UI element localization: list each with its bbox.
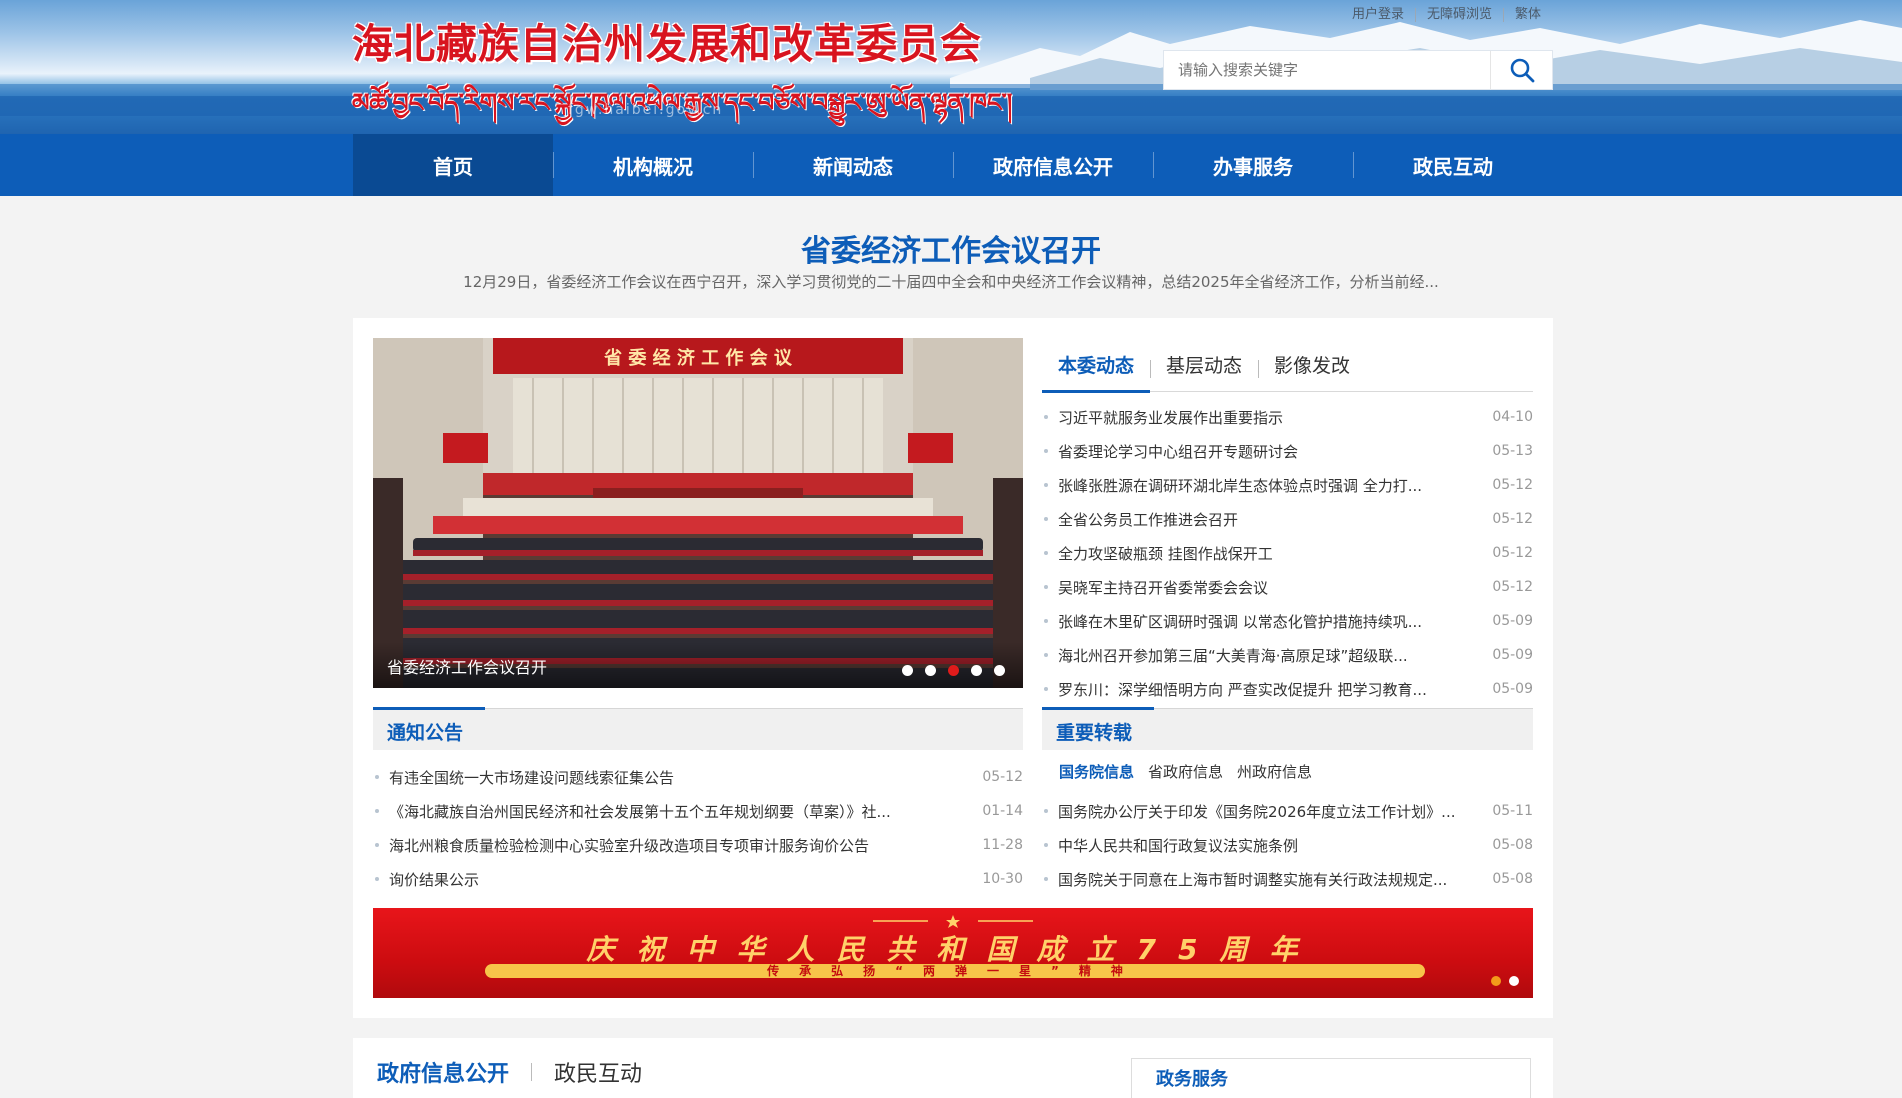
- slide-caption[interactable]: 省委经济工作会议召开: [387, 654, 547, 678]
- stage-banner-text: 省 委 经 济 工 作 会 议: [603, 347, 793, 369]
- main-panel: 省 委 经 济 工 作 会 议 省委经济工作会议召开 本委动态 基层动态 影像发…: [353, 318, 1553, 1018]
- news-tabs: 本委动态 基层动态 影像发改: [1042, 338, 1533, 393]
- nav-gov-info[interactable]: 政府信息公开: [953, 134, 1153, 196]
- list-item[interactable]: 全省公务员工作推进会召开 05-12: [1042, 502, 1533, 536]
- nav-home[interactable]: 首页: [353, 134, 553, 196]
- banner-dots: [1491, 976, 1519, 986]
- service-box: 政务服务: [1131, 1058, 1531, 1098]
- search-button[interactable]: [1490, 51, 1552, 89]
- notice-list: 有违全国统一大市场建设问题线索征集公告 05-12 《海北藏族自治州国民经济和社会…: [373, 760, 1023, 896]
- news-list: 习近平就服务业发展作出重要指示 04-10 省委理论学习中心组召开专题研讨会 05-…: [1042, 400, 1533, 706]
- list-item[interactable]: 国务院关于同意在上海市暂时调整实施有关行政法规规定... 05-08: [1042, 862, 1533, 896]
- lower-panel: 政府信息公开 政民互动 政务服务: [353, 1038, 1553, 1098]
- important-title[interactable]: 重要转载: [1056, 718, 1132, 745]
- slider-dot[interactable]: [971, 665, 982, 676]
- notice-title[interactable]: 通知公告: [387, 718, 463, 745]
- nav-news[interactable]: 新闻动态: [753, 134, 953, 196]
- slider-dots: [902, 665, 1005, 676]
- slider-dot[interactable]: [902, 665, 913, 676]
- slide-image: 省 委 经 济 工 作 会 议: [373, 338, 1023, 688]
- tab-state-council[interactable]: 国务院信息: [1059, 761, 1134, 782]
- important-subtabs: 国务院信息 省政府信息 州政府信息: [1059, 761, 1312, 782]
- list-item[interactable]: 张峰张胜源在调研环湖北岸生态体验点时强调 全力打... 05-12: [1042, 468, 1533, 502]
- lower-tabs: 政府信息公开 政民互动: [377, 1056, 642, 1088]
- list-item[interactable]: 吴晓军主持召开省委常委会会议 05-12: [1042, 570, 1533, 604]
- main-nav: 首页 机构概况 新闻动态 政府信息公开 办事服务 政民互动: [0, 134, 1902, 196]
- slider-dot[interactable]: [994, 665, 1005, 676]
- important-section-header: 重要转载: [1042, 707, 1533, 750]
- list-item[interactable]: 国务院办公厅关于印发《国务院2026年度立法工作计划》... 05-11: [1042, 794, 1533, 828]
- search-input[interactable]: [1164, 51, 1490, 89]
- list-item[interactable]: 省委理论学习中心组召开专题研讨会 05-13: [1042, 434, 1533, 468]
- celebration-banner[interactable]: 庆祝中华人民共和国成立75周年 传承弘扬“两弹一星”精神: [373, 908, 1533, 998]
- site-url: fgw.haibei.gov.cn: [568, 102, 724, 118]
- list-item[interactable]: 中华人民共和国行政复议法实施条例 05-08: [1042, 828, 1533, 862]
- list-item[interactable]: 海北州粮食质量检验检测中心实验室升级改造项目专项审计服务询价公告 11-28: [373, 828, 1023, 862]
- tab-provincial-gov[interactable]: 省政府信息: [1148, 761, 1223, 782]
- list-item[interactable]: 《海北藏族自治州国民经济和社会发展第十五个五年规划纲要（草案）》社... 01-1…: [373, 794, 1023, 828]
- banner-sub-text: 传承弘扬“两弹一星”精神: [485, 964, 1425, 978]
- traditional-chinese-link[interactable]: 繁体: [1502, 8, 1552, 22]
- list-item[interactable]: 海北州召开参加第三届“大美青海·高原足球”超级联... 05-09: [1042, 638, 1533, 672]
- list-item[interactable]: 习近平就服务业发展作出重要指示 04-10: [1042, 400, 1533, 434]
- list-item[interactable]: 有违全国统一大市场建设问题线索征集公告 05-12: [373, 760, 1023, 794]
- top-links: 用户登录 无障碍浏览 繁体: [1341, 8, 1552, 22]
- tab-grassroots-news[interactable]: 基层动态: [1150, 338, 1258, 392]
- tab-gov-info-public[interactable]: 政府信息公开: [377, 1056, 509, 1088]
- nav-interaction[interactable]: 政民互动: [1353, 134, 1553, 196]
- login-link[interactable]: 用户登录: [1341, 8, 1415, 22]
- accessibility-link[interactable]: 无障碍浏览: [1414, 8, 1503, 22]
- tab-commission-news[interactable]: 本委动态: [1042, 338, 1151, 393]
- slider-dot[interactable]: [925, 665, 936, 676]
- nav-services[interactable]: 办事服务: [1153, 134, 1353, 196]
- list-item[interactable]: 张峰在木里矿区调研时强调 以常态化管护措施持续巩... 05-09: [1042, 604, 1533, 638]
- photo-slider[interactable]: 省 委 经 济 工 作 会 议 省委经济工作会议召开: [373, 338, 1023, 688]
- tab-public-interaction[interactable]: 政民互动: [554, 1056, 642, 1088]
- headline-title[interactable]: 省委经济工作会议召开: [0, 226, 1902, 270]
- headline-summary[interactable]: 12月29日，省委经济工作会议在西宁召开，深入学习贯彻党的二十届四中全会和中央经…: [0, 271, 1902, 292]
- slider-dot-active[interactable]: [948, 665, 959, 676]
- site-title: 海北藏族自治州发展和改革委员会: [352, 20, 982, 68]
- list-item[interactable]: 全力攻坚破瓶颈 挂图作战保开工 05-12: [1042, 536, 1533, 570]
- banner-main-text: 庆祝中华人民共和国成立75周年: [586, 933, 1320, 966]
- banner-dot-active[interactable]: [1491, 976, 1501, 986]
- notice-section-header: 通知公告: [373, 707, 1023, 750]
- tab-image-news[interactable]: 影像发改: [1258, 338, 1366, 392]
- tab-prefecture-gov[interactable]: 州政府信息: [1237, 761, 1312, 782]
- search-icon: [1510, 58, 1534, 83]
- search-box: [1163, 50, 1553, 90]
- list-item[interactable]: 罗东川：深学细悟明方向 严查实改促提升 把学习教育... 05-09: [1042, 672, 1533, 706]
- nav-about[interactable]: 机构概况: [553, 134, 753, 196]
- important-list: 国务院办公厅关于印发《国务院2026年度立法工作计划》... 05-11 中华人民…: [1042, 794, 1533, 896]
- list-item[interactable]: 询价结果公示 10-30: [373, 862, 1023, 896]
- banner-dot[interactable]: [1509, 976, 1519, 986]
- star-ornament-icon: [873, 915, 1033, 928]
- service-title[interactable]: 政务服务: [1156, 1065, 1228, 1091]
- site-header: 海北藏族自治州发展和改革委员会 མཚོ་བྱང་བོད་རིགས་རང་སྐྱོ…: [0, 0, 1902, 134]
